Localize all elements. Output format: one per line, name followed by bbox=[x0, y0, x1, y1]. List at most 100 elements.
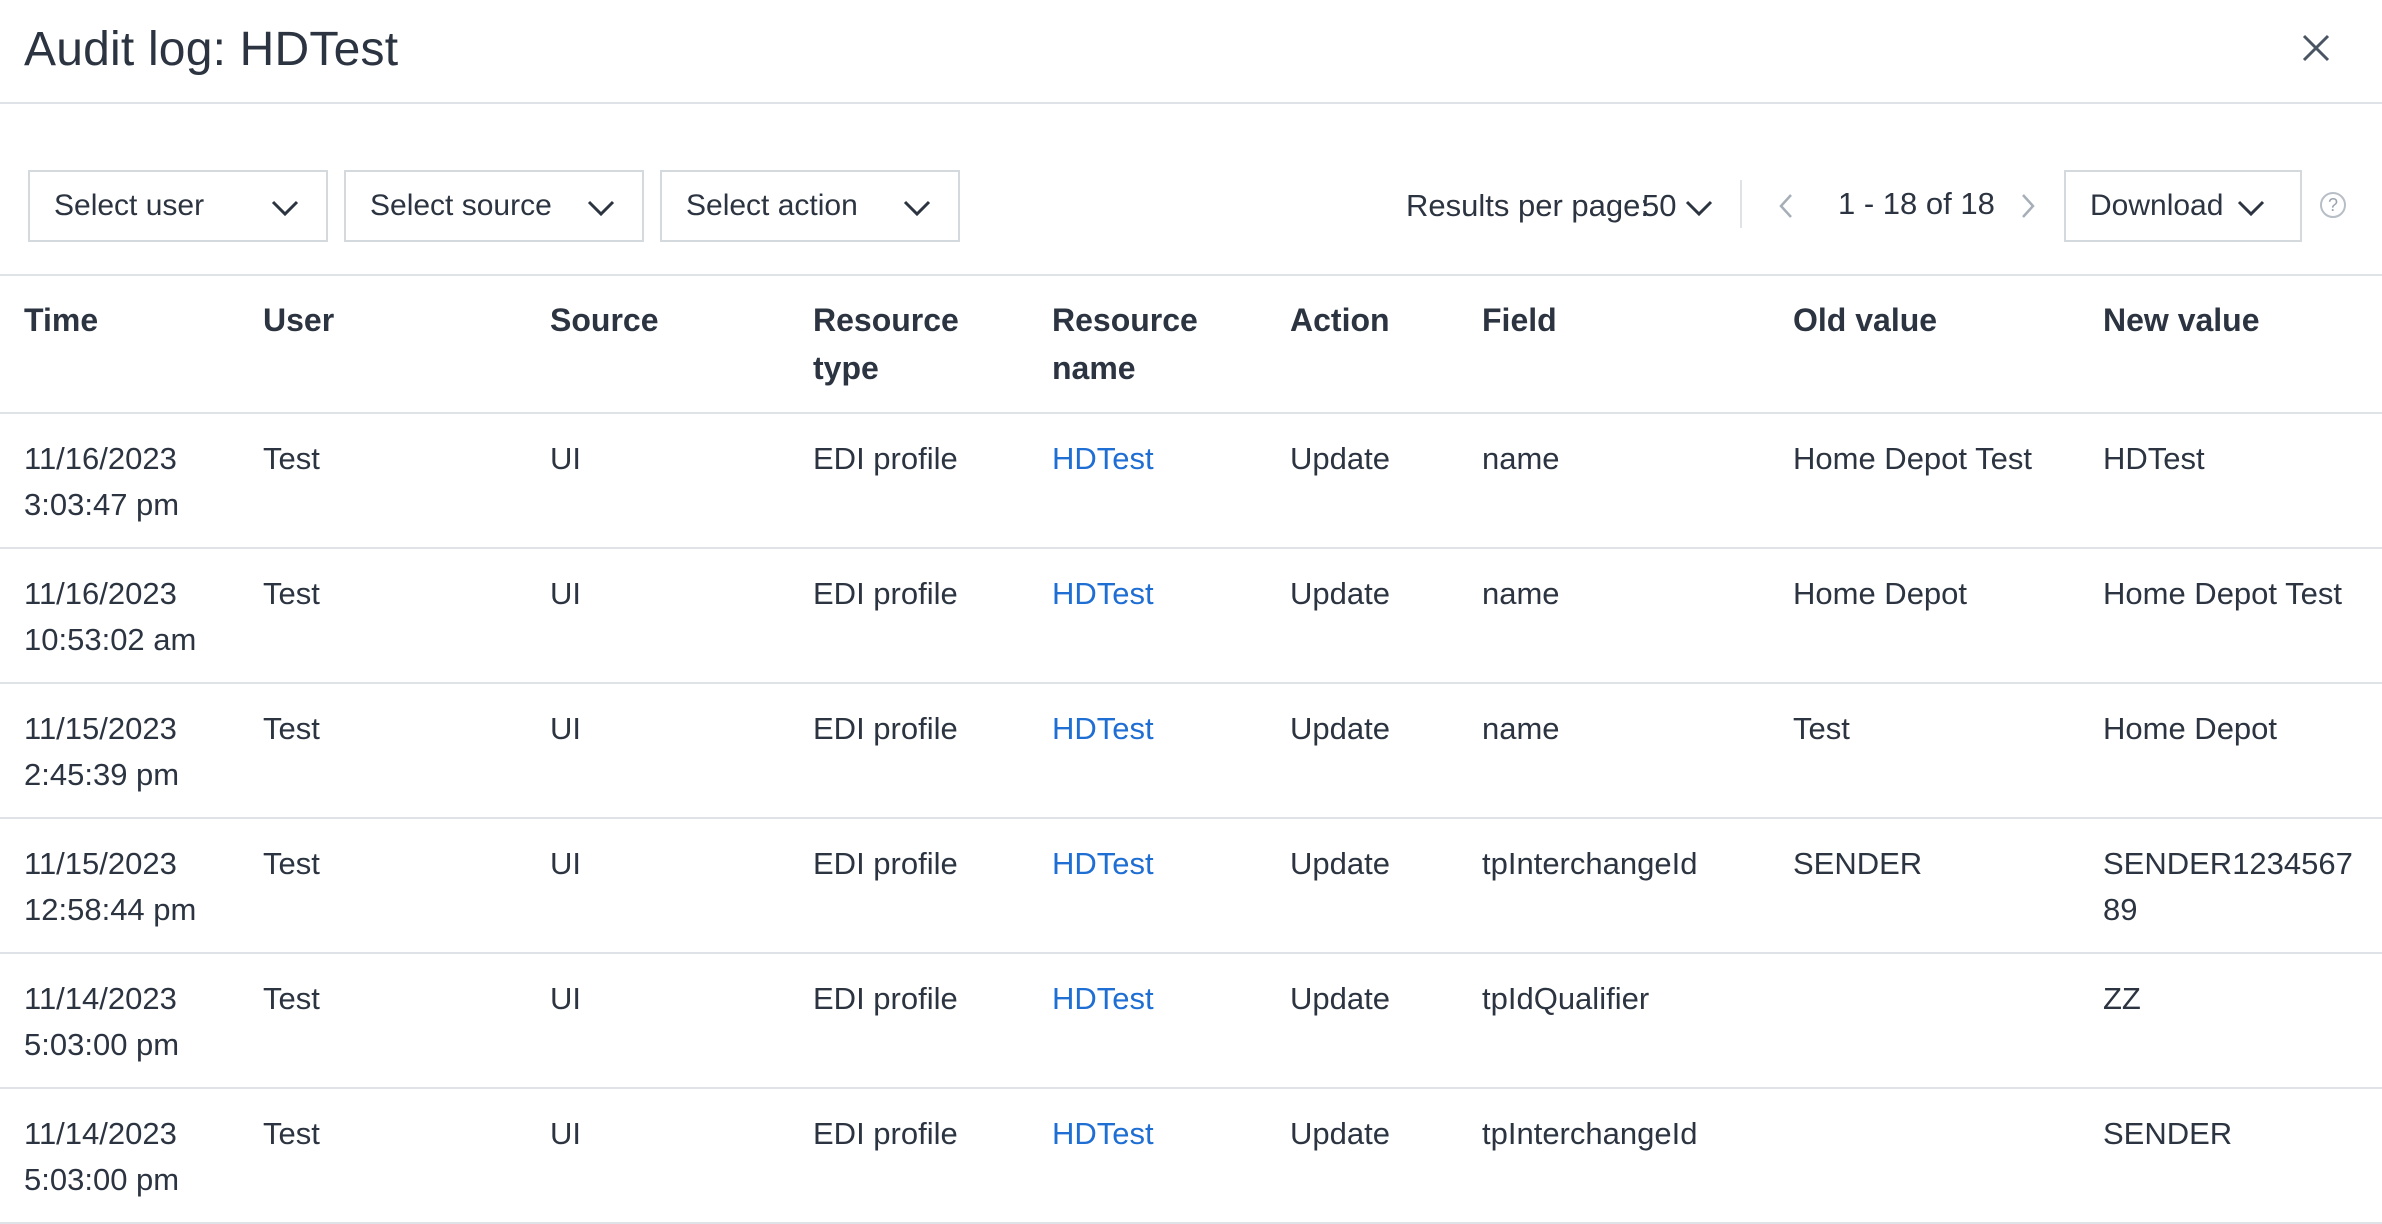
resource-name-link[interactable]: HDTest bbox=[1052, 576, 1154, 611]
time-clock: 2:45:39 pm bbox=[24, 757, 180, 792]
field-cell: tpInterchangeId bbox=[1482, 1088, 1793, 1224]
time-date: 11/14/2023 bbox=[24, 1116, 177, 1151]
column-header-source[interactable]: Source bbox=[550, 276, 813, 414]
results-per-page-label: Results per page: bbox=[1406, 188, 1649, 223]
resource-name-link[interactable]: HDTest bbox=[1052, 441, 1154, 476]
dialog-header: Audit log: HDTest bbox=[0, 0, 2382, 104]
source-cell: UI bbox=[550, 548, 813, 684]
new-value-cell: SENDER123456789 bbox=[2103, 818, 2382, 954]
action-cell: Update bbox=[1290, 953, 1482, 1089]
time-cell: 11/15/2023 12:58:44 pm bbox=[0, 818, 263, 954]
column-header-resource-type[interactable]: Resource type bbox=[813, 276, 1052, 414]
download-label: Download bbox=[2090, 189, 2224, 222]
time-cell: 11/14/2023 5:03:00 pm bbox=[0, 1088, 263, 1224]
chevron-down-icon bbox=[587, 200, 615, 217]
resource-name-cell: HDTest bbox=[1052, 683, 1290, 819]
table-row: 11/14/2023 5:03:00 pm Test UI EDI profile… bbox=[0, 1088, 2382, 1224]
action-cell: Update bbox=[1290, 683, 1482, 819]
select-action-label: Select action bbox=[686, 189, 858, 222]
chevron-down-icon[interactable] bbox=[1684, 198, 1714, 218]
download-button[interactable]: Download bbox=[2064, 170, 2302, 242]
table-row: 11/15/2023 2:45:39 pm Test UI EDI profile… bbox=[0, 683, 2382, 819]
field-cell: name bbox=[1482, 683, 1793, 819]
column-header-field[interactable]: Field bbox=[1482, 276, 1793, 414]
column-header-user[interactable]: User bbox=[263, 276, 550, 414]
old-value-cell: Test bbox=[1793, 683, 2103, 819]
time-clock: 5:03:00 pm bbox=[24, 1027, 180, 1062]
audit-log-table: Time User Source Resource type Resource … bbox=[0, 276, 2382, 1224]
field-cell: tpIdQualifier bbox=[1482, 953, 1793, 1089]
select-user-dropdown[interactable]: Select user bbox=[28, 170, 328, 242]
action-cell: Update bbox=[1290, 1088, 1482, 1224]
time-clock: 5:03:00 pm bbox=[24, 1162, 180, 1197]
resource-type-cell: EDI profile bbox=[813, 548, 1052, 684]
time-clock: 12:58:44 pm bbox=[24, 892, 197, 927]
time-date: 11/15/2023 bbox=[24, 711, 177, 746]
resource-name-cell: HDTest bbox=[1052, 1088, 1290, 1224]
source-cell: UI bbox=[550, 818, 813, 954]
action-cell: Update bbox=[1290, 548, 1482, 684]
column-header-resource-name[interactable]: Resource name bbox=[1052, 276, 1290, 414]
resource-name-link[interactable]: HDTest bbox=[1052, 711, 1154, 746]
old-value-cell bbox=[1793, 953, 2103, 1089]
user-cell: Test bbox=[263, 683, 550, 819]
help-icon[interactable]: ? bbox=[2320, 192, 2346, 218]
old-value-cell: Home Depot Test bbox=[1793, 413, 2103, 549]
time-cell: 11/14/2023 5:03:00 pm bbox=[0, 953, 263, 1089]
resource-type-cell: EDI profile bbox=[813, 1088, 1052, 1224]
new-value-cell: Home Depot Test bbox=[2103, 548, 2382, 684]
time-date: 11/14/2023 bbox=[24, 981, 177, 1016]
resource-name-cell: HDTest bbox=[1052, 818, 1290, 954]
new-value-cell: Home Depot bbox=[2103, 683, 2382, 819]
time-clock: 3:03:47 pm bbox=[24, 487, 180, 522]
table-header-row: Time User Source Resource type Resource … bbox=[0, 276, 2382, 414]
results-per-page-select[interactable]: 50 bbox=[1642, 188, 1676, 224]
column-header-old-value[interactable]: Old value bbox=[1793, 276, 2103, 414]
resource-type-cell: EDI profile bbox=[813, 818, 1052, 954]
resource-type-cell: EDI profile bbox=[813, 953, 1052, 1089]
old-value-cell: Home Depot bbox=[1793, 548, 2103, 684]
time-date: 11/15/2023 bbox=[24, 846, 177, 881]
time-clock: 10:53:02 am bbox=[24, 622, 197, 657]
user-cell: Test bbox=[263, 818, 550, 954]
table-row: 11/16/2023 3:03:47 pm Test UI EDI profile… bbox=[0, 413, 2382, 549]
time-date: 11/16/2023 bbox=[24, 441, 177, 476]
column-header-time[interactable]: Time bbox=[0, 276, 263, 414]
new-value-cell: SENDER bbox=[2103, 1088, 2382, 1224]
select-source-dropdown[interactable]: Select source bbox=[344, 170, 644, 242]
close-icon[interactable] bbox=[2296, 28, 2336, 68]
action-cell: Update bbox=[1290, 818, 1482, 954]
column-header-action[interactable]: Action bbox=[1290, 276, 1482, 414]
select-action-dropdown[interactable]: Select action bbox=[660, 170, 960, 242]
resource-name-cell: HDTest bbox=[1052, 413, 1290, 549]
time-date: 11/16/2023 bbox=[24, 576, 177, 611]
resource-type-cell: EDI profile bbox=[813, 413, 1052, 549]
field-cell: name bbox=[1482, 413, 1793, 549]
column-header-new-value[interactable]: New value bbox=[2103, 276, 2382, 414]
dialog-title: Audit log: HDTest bbox=[24, 23, 399, 76]
chevron-right-icon[interactable] bbox=[2018, 192, 2038, 220]
old-value-cell: SENDER bbox=[1793, 818, 2103, 954]
action-cell: Update bbox=[1290, 413, 1482, 549]
source-cell: UI bbox=[550, 683, 813, 819]
chevron-left-icon[interactable] bbox=[1776, 192, 1796, 220]
resource-type-cell: EDI profile bbox=[813, 683, 1052, 819]
chevron-down-icon bbox=[2237, 200, 2265, 217]
time-cell: 11/15/2023 2:45:39 pm bbox=[0, 683, 263, 819]
user-cell: Test bbox=[263, 953, 550, 1089]
source-cell: UI bbox=[550, 1088, 813, 1224]
old-value-cell bbox=[1793, 1088, 2103, 1224]
table-row: 11/15/2023 12:58:44 pm Test UI EDI profil… bbox=[0, 818, 2382, 954]
resource-name-link[interactable]: HDTest bbox=[1052, 1116, 1154, 1151]
resource-name-link[interactable]: HDTest bbox=[1052, 981, 1154, 1016]
time-cell: 11/16/2023 3:03:47 pm bbox=[0, 413, 263, 549]
resource-name-link[interactable]: HDTest bbox=[1052, 846, 1154, 881]
field-cell: name bbox=[1482, 548, 1793, 684]
resource-name-cell: HDTest bbox=[1052, 548, 1290, 684]
filter-toolbar: Select user Select source Select action … bbox=[0, 104, 2382, 276]
field-cell: tpInterchangeId bbox=[1482, 818, 1793, 954]
time-cell: 11/16/2023 10:53:02 am bbox=[0, 548, 263, 684]
source-cell: UI bbox=[550, 953, 813, 1089]
pagination-range: 1 - 18 of 18 bbox=[1838, 186, 1995, 221]
chevron-down-icon bbox=[903, 200, 931, 217]
